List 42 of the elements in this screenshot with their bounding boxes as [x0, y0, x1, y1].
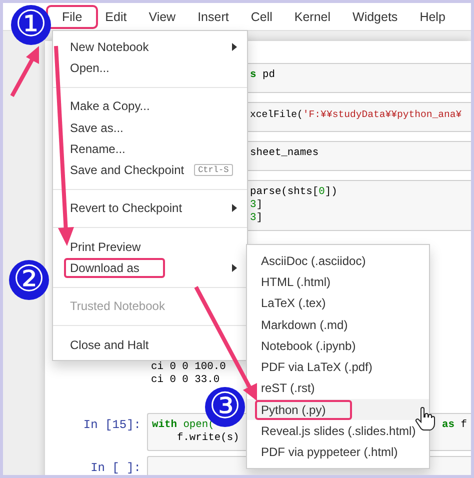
- menu-bar-item[interactable]: Widgets: [344, 6, 407, 26]
- code-line: ci 0 0 100.0: [151, 361, 226, 374]
- menu-item[interactable]: Revert to Checkpoint: [53, 198, 247, 220]
- menu-item[interactable]: Print Preview: [53, 236, 247, 258]
- code-line: parse(shts[0]): [250, 186, 338, 199]
- menu-item[interactable]: Close and Halt: [53, 334, 247, 356]
- shortcut-key: Ctrl-S: [194, 164, 233, 176]
- menu-item[interactable]: Open...: [53, 57, 247, 79]
- menu-item[interactable]: Save as...: [53, 116, 247, 138]
- code-line: 3]: [250, 212, 262, 225]
- menu-item[interactable]: Download as: [53, 257, 247, 279]
- menu-item[interactable]: New Notebook: [53, 36, 247, 58]
- code-line: f.write(s): [176, 432, 240, 445]
- menu-bar-item[interactable]: Help: [410, 6, 454, 26]
- menu-item[interactable]: Save and Checkpoint Ctrl-S: [53, 159, 247, 181]
- step-number-badge: ②: [9, 260, 49, 300]
- menu-bar-item[interactable]: Kernel: [285, 6, 340, 26]
- code-line: s pd: [250, 69, 275, 82]
- menu-item[interactable]: Rename...: [53, 138, 247, 160]
- code-line: ci 0 0 33.0: [151, 374, 220, 387]
- cell-prompt: In [ ]:: [90, 460, 142, 475]
- code-line: as f: [442, 419, 467, 432]
- menu-item[interactable]: PDF via pyppeteer (.html): [247, 442, 429, 463]
- menu-item[interactable]: Make a Copy...: [53, 96, 247, 117]
- menu-item[interactable]: Markdown (.md): [247, 314, 429, 336]
- menu-item[interactable]: Python (.py): [247, 399, 429, 420]
- cell-prompt: In [15]:: [82, 417, 142, 432]
- menu-bar-item[interactable]: Edit: [96, 6, 136, 26]
- menu-bar-item[interactable]: File: [48, 6, 96, 26]
- menu-item[interactable]: HTML (.html): [247, 271, 429, 293]
- menu-bar-item[interactable]: Insert: [188, 6, 238, 26]
- menu-item[interactable]: Notebook (.ipynb): [247, 335, 429, 356]
- menu-bar-item[interactable]: Cell: [242, 6, 282, 26]
- code-line: 3]: [250, 199, 262, 212]
- code-line: xcelFile('F:¥¥studyData¥¥python_ana¥: [250, 108, 462, 121]
- menu-item[interactable]: reST (.rst): [247, 378, 429, 400]
- menu-item[interactable]: AsciiDoc (.asciidoc): [247, 250, 429, 272]
- arrow: [10, 46, 39, 97]
- menu-item[interactable]: LaTeX (.tex): [247, 292, 429, 314]
- code-line: sheet_names: [250, 147, 319, 160]
- menu-item[interactable]: PDF via LaTeX (.pdf): [247, 356, 429, 378]
- menu-bar-item[interactable]: View: [140, 6, 185, 26]
